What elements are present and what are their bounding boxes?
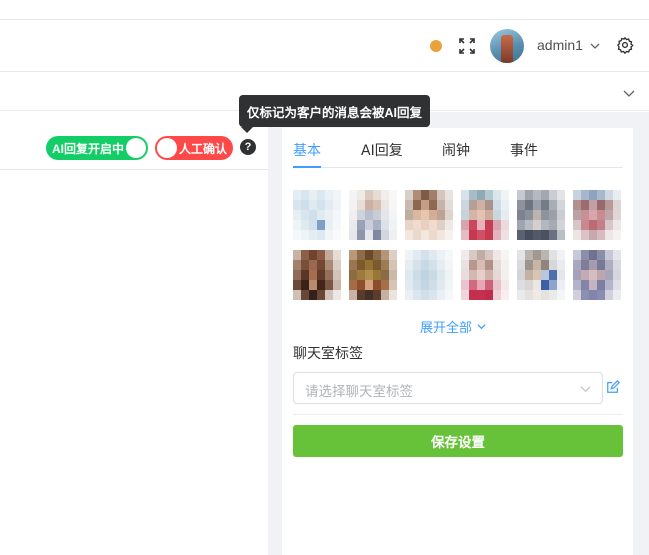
tab-ai-reply[interactable]: AI回复 xyxy=(361,140,403,160)
active-tab-indicator xyxy=(293,166,321,168)
gear-icon[interactable] xyxy=(616,36,634,54)
chevron-down-icon[interactable] xyxy=(589,40,601,52)
member-avatar[interactable] xyxy=(461,190,509,240)
tooltip-arrow xyxy=(241,127,253,133)
top-strip xyxy=(0,0,649,20)
member-avatar[interactable] xyxy=(293,250,341,300)
chat-tags-label: 聊天室标签 xyxy=(293,346,363,362)
member-avatar[interactable] xyxy=(293,190,341,240)
member-avatar[interactable] xyxy=(517,190,565,240)
ai-reply-toggle[interactable]: AI回复开启中 xyxy=(46,136,148,160)
expand-all-label: 展开全部 xyxy=(420,321,473,336)
edit-icon[interactable] xyxy=(606,380,620,394)
member-avatar[interactable] xyxy=(573,190,621,240)
member-avatar[interactable] xyxy=(405,250,453,300)
manual-confirm-toggle-label: 人工确认 xyxy=(179,141,228,156)
status-dot[interactable] xyxy=(430,40,442,52)
avatar[interactable] xyxy=(490,29,524,63)
chat-tags-placeholder: 请选择聊天室标签 xyxy=(305,384,413,400)
member-avatar[interactable] xyxy=(349,250,397,300)
member-avatar[interactable] xyxy=(405,190,453,240)
manual-confirm-toggle[interactable]: 人工确认 xyxy=(155,136,233,160)
toggle-knob xyxy=(126,138,146,158)
tab-basic[interactable]: 基本 xyxy=(293,140,321,160)
member-avatar[interactable] xyxy=(349,190,397,240)
chevron-down-icon xyxy=(580,386,591,393)
member-avatar[interactable] xyxy=(517,250,565,300)
avatar-gallery xyxy=(293,190,623,300)
fullscreen-icon[interactable] xyxy=(458,37,476,55)
expand-all-button[interactable]: 展开全部 xyxy=(420,317,487,336)
chat-tags-select[interactable]: 请选择聊天室标签 xyxy=(293,372,603,404)
ai-reply-toggle-label: AI回复开启中 xyxy=(52,141,125,156)
top-header: admin1 xyxy=(0,20,649,72)
tab-events[interactable]: 事件 xyxy=(510,140,538,160)
member-avatar[interactable] xyxy=(573,250,621,300)
tooltip: 仅标记为客户的消息会被AI回复 xyxy=(239,95,430,127)
save-settings-button[interactable]: 保存设置 xyxy=(293,425,623,457)
toggle-knob xyxy=(157,138,177,158)
help-icon[interactable]: ? xyxy=(240,139,256,155)
chevron-down-icon xyxy=(477,324,486,330)
username[interactable]: admin1 xyxy=(537,37,583,53)
divider xyxy=(293,414,623,415)
chat-panel xyxy=(0,128,268,555)
chevron-down-icon[interactable] xyxy=(622,86,636,100)
member-avatar[interactable] xyxy=(461,250,509,300)
tab-alarm[interactable]: 闹钟 xyxy=(442,140,470,160)
settings-tabs: 基本 AI回复 闹钟 事件 xyxy=(293,136,623,168)
